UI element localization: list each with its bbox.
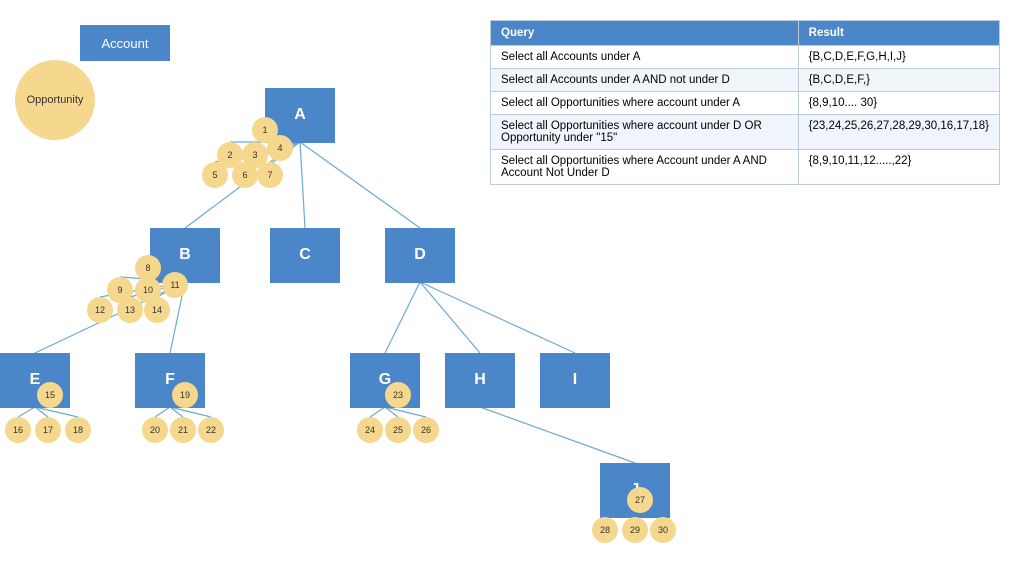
opportunity-13: 13: [117, 297, 143, 323]
opportunity-16: 16: [5, 417, 31, 443]
opportunity-12: 12: [87, 297, 113, 323]
account-D: D: [385, 228, 455, 283]
account-B: B: [150, 228, 220, 283]
opportunity-26: 26: [413, 417, 439, 443]
opportunity-19: 19: [172, 382, 198, 408]
account-I: I: [540, 353, 610, 408]
opportunity-29: 29: [622, 517, 648, 543]
opportunity-15: 15: [37, 382, 63, 408]
opportunity-30: 30: [650, 517, 676, 543]
opportunity-22: 22: [198, 417, 224, 443]
diagram-container: ABCDEFGHIJ123456789101112131415161718192…: [0, 0, 1024, 576]
opportunity-20: 20: [142, 417, 168, 443]
opportunity-5: 5: [202, 162, 228, 188]
opportunity-17: 17: [35, 417, 61, 443]
opportunity-24: 24: [357, 417, 383, 443]
opportunity-6: 6: [232, 162, 258, 188]
opportunity-21: 21: [170, 417, 196, 443]
opportunity-25: 25: [385, 417, 411, 443]
opportunity-28: 28: [592, 517, 618, 543]
opportunity-23: 23: [385, 382, 411, 408]
opportunity-18: 18: [65, 417, 91, 443]
account-C: C: [270, 228, 340, 283]
opportunity-7: 7: [257, 162, 283, 188]
opportunity-14: 14: [144, 297, 170, 323]
opportunity-27: 27: [627, 487, 653, 513]
account-H: H: [445, 353, 515, 408]
opportunity-4: 4: [267, 135, 293, 161]
opportunity-11: 11: [162, 272, 188, 298]
